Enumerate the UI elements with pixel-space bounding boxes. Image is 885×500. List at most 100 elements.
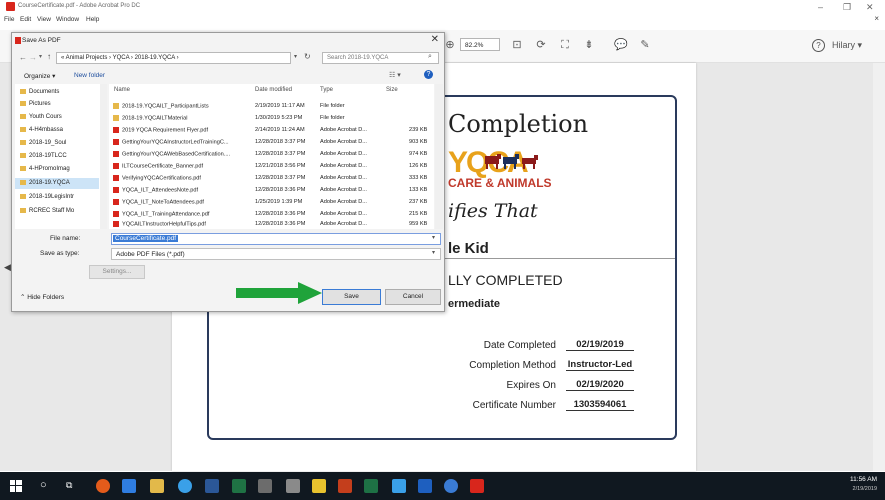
nav-item-label: 2018-19LegisIntr [29,194,75,201]
menu-window[interactable]: Window [56,16,79,23]
nav-item-youth-course[interactable]: Youth Cours [20,114,62,120]
file-row[interactable]: 2018-19.YQCAILT_ParticipantLists 2/19/20… [109,101,434,112]
windows-start-icon[interactable] [10,480,22,492]
dialog-pdf-icon [15,37,21,44]
file-explorer-icon[interactable] [150,479,164,493]
firefox-icon[interactable] [96,479,110,493]
file-date: 1/30/2019 5:23 PM [255,115,303,121]
settings-button[interactable]: Settings... [89,265,145,279]
comment-icon[interactable]: 💬 [614,38,628,52]
new-folder-button[interactable]: New folder [74,72,105,79]
help-icon[interactable]: ? [812,39,825,52]
navigation-pane-scrollbar[interactable] [100,84,107,229]
zoom-level-select[interactable]: 82.2% [460,38,500,51]
back-arrow-icon[interactable]: ← [19,53,27,62]
chrome-icon[interactable] [178,479,192,493]
file-row[interactable]: GettingYourYQCAWebBasedCertification....… [109,149,434,160]
sticky-notes-icon[interactable] [312,479,326,493]
zoom-in-icon[interactable]: ⊕ [443,38,457,52]
file-name: VerifyingYQCACertifications.pdf [122,175,201,182]
change-view-icon[interactable]: ☷ ▾ [389,71,401,79]
menu-view[interactable]: View [37,16,51,23]
up-arrow-icon[interactable]: ↑ [47,52,51,61]
close-document-button[interactable]: × [874,14,879,23]
nav-item-4h-ambassador[interactable]: 4-H4mbassa [20,127,63,133]
dialog-close-icon[interactable]: ✕ [431,34,439,45]
save-button[interactable]: Save [322,289,381,305]
nav-item-rcrec-staff[interactable]: RCREC Staff Mo [20,208,74,214]
hide-folders-button[interactable]: ⌃ Hide Folders [20,293,64,301]
file-name-value[interactable]: CourseCertificate.pdf [113,235,179,242]
file-row[interactable]: ILTCourseCertificate_Banner.pdf 12/21/20… [109,161,434,172]
acrobat-taskbar-icon[interactable] [470,479,484,493]
chevron-up-icon: ⌃ [20,294,26,301]
file-row[interactable]: 2018-19.YQCAILTMaterial 1/30/2019 5:23 P… [109,113,434,124]
word-icon[interactable] [205,479,219,493]
rotate-icon[interactable]: ⟳ [534,38,548,52]
skype-icon[interactable] [444,479,458,493]
checkmark-app-icon[interactable] [418,479,432,493]
file-row[interactable]: GettingYourYQCAInstructorLedTrainingC...… [109,137,434,148]
powerpoint-icon[interactable] [338,479,352,493]
file-type: Adobe Acrobat D... [320,151,367,157]
file-row[interactable]: 2019 YQCA Requirement Flyer.pdf 2/14/201… [109,125,434,136]
column-header-type[interactable]: Type [320,87,333,93]
nav-item-2018-19-soul[interactable]: 2018-19_Soul [20,140,66,146]
dialog-title: Save As PDF [22,37,61,44]
cortana-search-icon[interactable]: ○ [40,479,47,491]
pen-icon[interactable]: ✎ [638,38,652,52]
file-name-dropdown-icon[interactable]: ▾ [432,234,435,241]
recent-locations-chevron-icon[interactable]: ▾ [39,53,42,60]
forward-arrow-icon[interactable]: → [29,53,37,62]
left-panel-toggle-icon[interactable]: ◀ [4,262,11,273]
calculator-icon[interactable] [258,479,272,493]
menu-file[interactable]: File [4,16,14,23]
nav-item-2018-19-legis[interactable]: 2018-19LegisIntr [20,194,74,200]
menu-help[interactable]: Help [86,16,99,23]
dialog-help-icon[interactable]: ? [424,70,433,79]
clock-time[interactable]: 11:56 AM [850,476,877,483]
fit-page-icon[interactable]: ⊡ [510,38,524,52]
column-header-size[interactable]: Size [386,87,398,93]
file-row[interactable]: VerifyingYQCACertifications.pdf 12/28/20… [109,173,434,184]
file-row[interactable]: YQCA_ILT_NoteToAttendees.pdf 1/25/2019 1… [109,197,434,208]
organize-button[interactable]: Organize ▾ [24,72,55,80]
network-icon[interactable] [392,479,406,493]
clock-date[interactable]: 2/19/2019 [853,486,877,492]
address-dropdown-icon[interactable]: ▾ [294,53,297,60]
save-as-type-dropdown-icon[interactable]: ▾ [432,249,435,256]
photos-icon[interactable] [122,479,136,493]
file-size: 903 KB [409,139,428,145]
user-menu[interactable]: Hilary ▾ [832,40,862,51]
menu-edit[interactable]: Edit [20,16,31,23]
search-icon: ⌕ [428,53,432,60]
address-bar[interactable]: « Animal Projects › YQCA › 2018-19.YQCA … [56,52,291,64]
file-row[interactable]: YQCAILTInstructorHelpfulTips.pdf 12/28/2… [109,219,434,229]
column-header-name[interactable]: Name [114,87,130,93]
nav-item-2018-19-tlcc[interactable]: 2018-19TLCC [20,153,67,159]
refresh-icon[interactable]: ↻ [304,52,311,61]
save-as-type-select[interactable]: Adobe PDF Files (*.pdf) [111,248,441,260]
nav-item-2018-19-yqca[interactable]: 2018-19.YQCA [20,180,70,186]
excel-icon[interactable] [364,479,378,493]
cancel-button[interactable]: Cancel [385,289,441,305]
close-window-button[interactable]: ✕ [866,2,874,13]
file-date: 12/28/2018 3:37 PM [255,151,306,157]
nav-item-pictures[interactable]: Pictures [20,101,51,107]
paint-icon[interactable] [286,479,300,493]
task-view-icon[interactable]: ⧉ [66,480,72,491]
file-date: 12/28/2018 3:37 PM [255,175,306,181]
full-screen-icon[interactable]: ⛶ [558,38,572,52]
nav-item-documents[interactable]: Documents [20,89,59,95]
file-row[interactable]: YQCA_ILT_AttendeesNote.pdf 12/28/2018 3:… [109,185,434,196]
publisher-icon[interactable] [232,479,246,493]
minimize-button[interactable]: – [818,2,823,12]
search-input[interactable]: Search 2018-19.YQCA [322,52,439,64]
column-header-date[interactable]: Date modified [255,87,292,93]
nav-item-4h-promo-images[interactable]: 4-HPromoImag [20,166,70,172]
document-scrollbar[interactable] [873,63,885,471]
page-display-icon[interactable]: ⇟ [582,38,596,52]
restore-button[interactable]: ❐ [843,2,851,13]
file-list-scrollbar[interactable] [435,84,443,229]
file-size: 959 KB [409,221,428,227]
